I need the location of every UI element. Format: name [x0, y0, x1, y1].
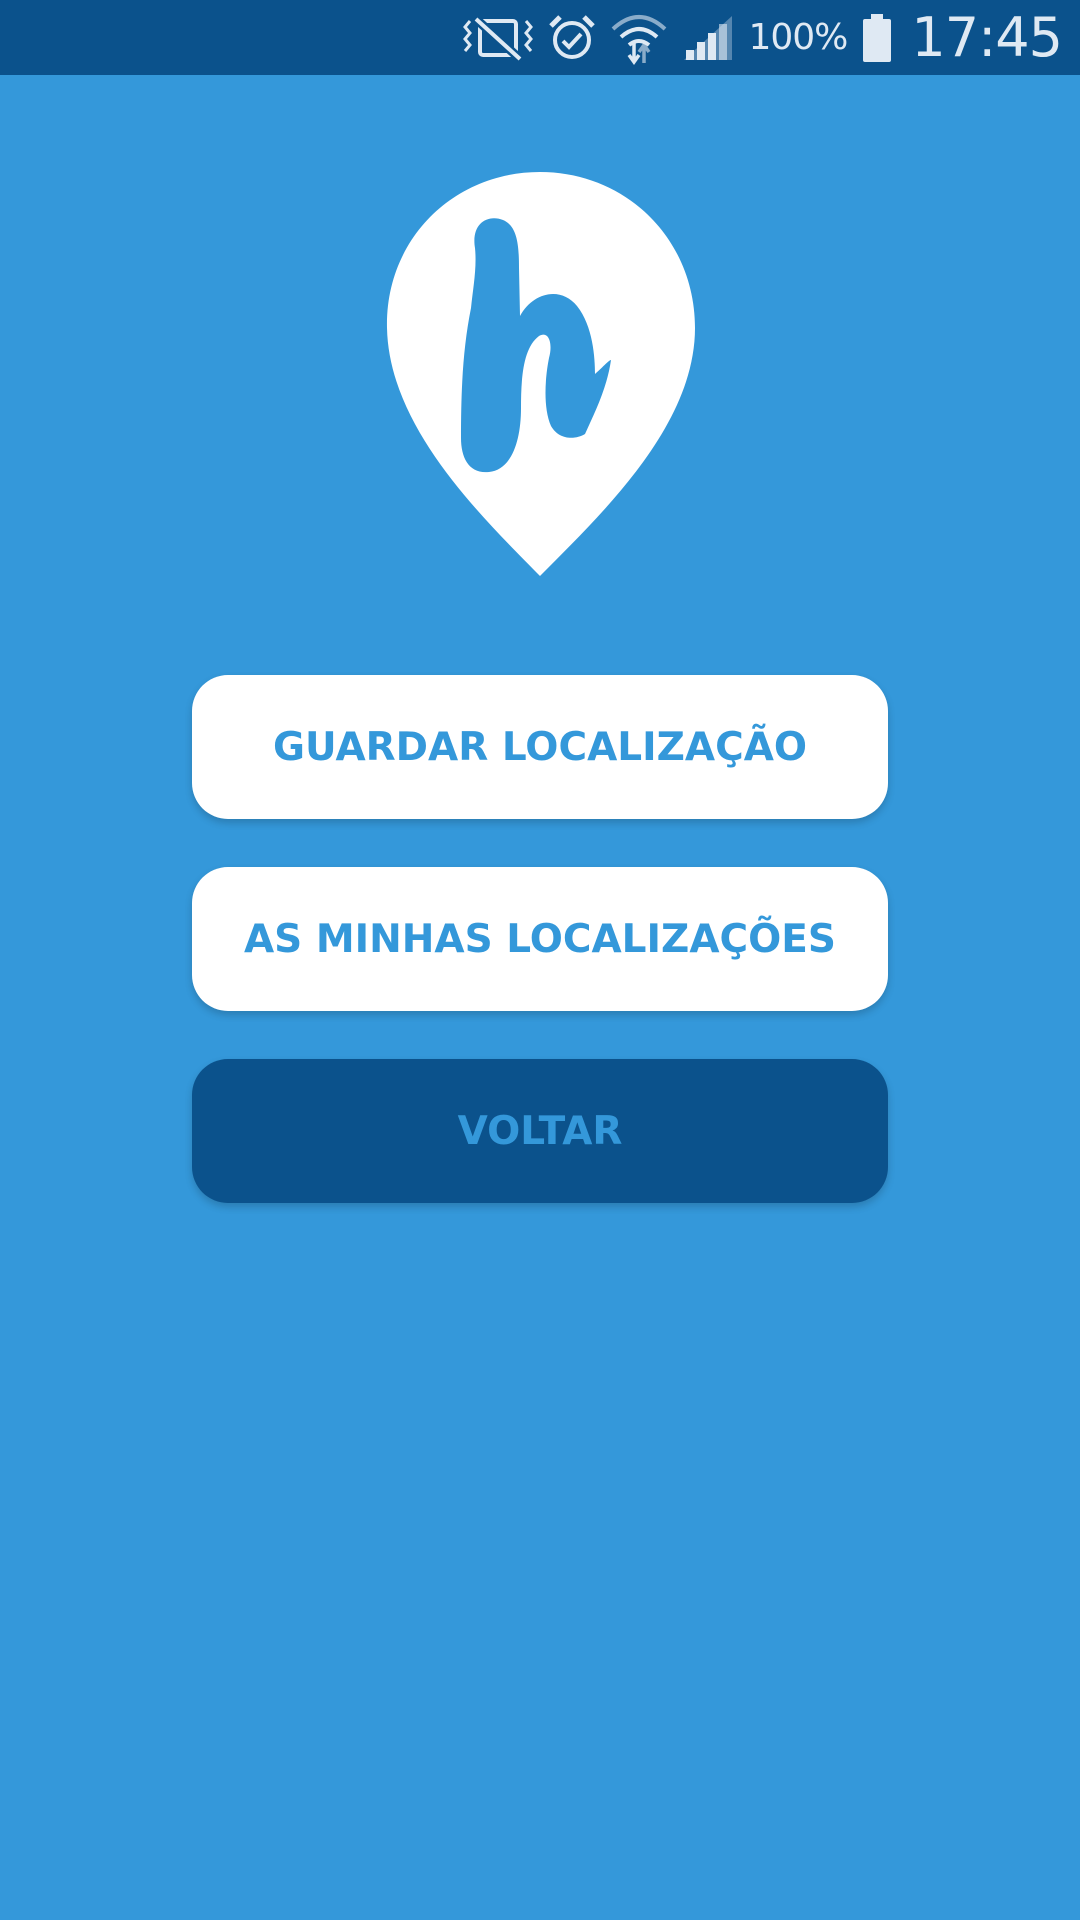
- alarm-icon: [548, 14, 596, 62]
- clock: 17:45: [911, 6, 1063, 69]
- wifi-icon: [610, 11, 668, 65]
- signal-icon: [682, 14, 734, 62]
- save-location-label: GUARDAR LOCALIZAÇÃO: [272, 724, 808, 770]
- location-pin-h-logo: [383, 168, 697, 580]
- status-bar: 100% 17:45: [0, 0, 1080, 75]
- battery-icon: [861, 13, 893, 63]
- status-icons: 100% 17:45: [462, 0, 1063, 75]
- battery-percent: 100%: [748, 17, 848, 58]
- back-button[interactable]: VOLTAR: [192, 1059, 888, 1203]
- my-locations-label: AS MINHAS LOCALIZAÇÕES: [243, 916, 837, 962]
- save-location-button[interactable]: GUARDAR LOCALIZAÇÃO: [192, 675, 888, 819]
- vibrate-mute-icon: [462, 15, 534, 61]
- back-label: VOLTAR: [457, 1108, 623, 1154]
- my-locations-button[interactable]: AS MINHAS LOCALIZAÇÕES: [192, 867, 888, 1011]
